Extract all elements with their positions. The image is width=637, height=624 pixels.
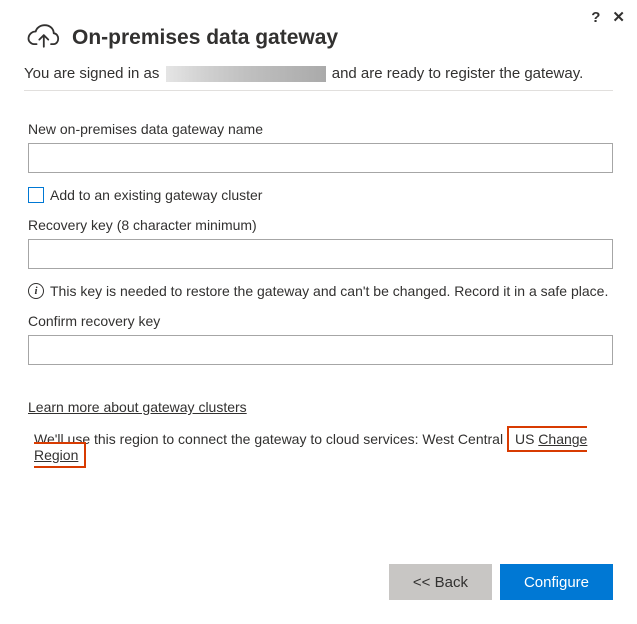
divider	[24, 90, 613, 91]
signedin-text: You are signed in as and are ready to re…	[24, 65, 613, 82]
cloud-upload-icon	[24, 20, 60, 55]
recovery-key-label: Recovery key (8 character minimum)	[28, 217, 613, 233]
region-prefix: We'll use this region to connect the gat…	[34, 431, 507, 447]
region-text: We'll use this region to connect the gat…	[28, 431, 613, 463]
add-cluster-checkbox[interactable]	[28, 187, 44, 203]
configure-button[interactable]: Configure	[500, 564, 613, 600]
confirm-key-input[interactable]	[28, 335, 613, 365]
learn-more-link[interactable]: Learn more about gateway clusters	[28, 399, 247, 415]
signedin-suffix: and are ready to register the gateway.	[328, 65, 584, 82]
redacted-user	[166, 66, 326, 82]
add-cluster-label: Add to an existing gateway cluster	[50, 187, 262, 203]
info-text: This key is needed to restore the gatewa…	[50, 283, 608, 299]
region-us: US	[515, 431, 534, 447]
page-title: On-premises data gateway	[72, 26, 338, 50]
gateway-name-label: New on-premises data gateway name	[28, 121, 613, 137]
recovery-key-input[interactable]	[28, 239, 613, 269]
header: On-premises data gateway	[24, 20, 613, 55]
back-button[interactable]: << Back	[389, 564, 492, 600]
gateway-name-input[interactable]	[28, 143, 613, 173]
close-icon[interactable]: ✕	[612, 8, 625, 26]
signedin-prefix: You are signed in as	[24, 65, 164, 82]
help-icon[interactable]: ?	[591, 9, 600, 26]
confirm-key-label: Confirm recovery key	[28, 313, 613, 329]
info-icon: i	[28, 283, 44, 299]
